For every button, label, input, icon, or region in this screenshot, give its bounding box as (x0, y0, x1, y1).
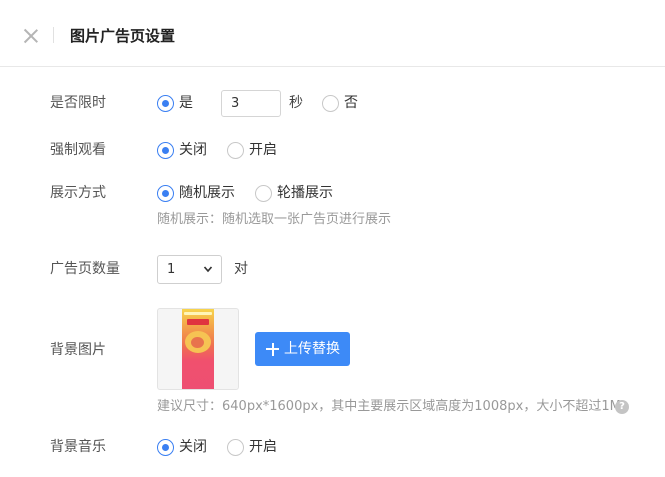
music-off-label: 关闭 (179, 439, 207, 455)
force-view-off-label: 关闭 (179, 142, 207, 158)
time-limit-yes-radio[interactable]: 是 (157, 93, 193, 113)
display-random-radio[interactable]: 随机展示 (157, 183, 235, 203)
background-music-label: 背景音乐 (50, 439, 106, 455)
display-mode-label: 展示方式 (50, 185, 106, 201)
display-carousel-label: 轮播展示 (277, 185, 333, 201)
force-view-off-radio[interactable]: 关闭 (157, 140, 207, 160)
radio-checked-icon (157, 184, 174, 202)
seconds-input[interactable] (221, 90, 281, 117)
ad-count-value: 1 (167, 262, 176, 277)
poster-image (182, 309, 214, 389)
time-limit-label: 是否限时 (50, 95, 106, 111)
background-image-hint: 建议尺寸：640px*1600px，其中主要展示区域高度为1008px，大小不超… (157, 399, 621, 414)
background-image-thumbnail (157, 308, 239, 390)
time-limit-no-radio[interactable]: 否 (322, 93, 358, 113)
display-random-label: 随机展示 (179, 185, 235, 201)
radio-unchecked-icon (227, 141, 244, 159)
upload-replace-label: 上传替换 (284, 341, 340, 357)
radio-unchecked-icon (227, 438, 244, 456)
ad-count-label: 广告页数量 (50, 261, 120, 277)
upload-replace-button[interactable]: 上传替换 (255, 332, 350, 366)
time-limit-no-label: 否 (344, 95, 358, 111)
seconds-unit: 秒 (289, 95, 303, 111)
plus-icon (266, 342, 279, 356)
radio-checked-icon (157, 94, 174, 112)
dialog-header: 图片广告页设置 (0, 0, 665, 67)
close-icon[interactable] (22, 27, 40, 45)
radio-checked-icon (157, 438, 174, 456)
radio-checked-icon (157, 141, 174, 159)
radio-unchecked-icon (322, 94, 339, 112)
radio-unchecked-icon (255, 184, 272, 202)
music-on-label: 开启 (249, 439, 277, 455)
page-title: 图片广告页设置 (70, 27, 176, 45)
music-on-radio[interactable]: 开启 (227, 437, 277, 457)
question-circle-icon[interactable]: ? (615, 400, 629, 414)
force-view-on-label: 开启 (249, 142, 277, 158)
force-view-on-radio[interactable]: 开启 (227, 140, 277, 160)
music-off-radio[interactable]: 关闭 (157, 437, 207, 457)
time-limit-yes-label: 是 (179, 95, 193, 111)
ad-count-unit: 对 (234, 261, 248, 277)
header-divider (53, 27, 54, 43)
force-view-label: 强制观看 (50, 142, 106, 158)
chevron-down-icon (203, 266, 213, 273)
background-image-label: 背景图片 (50, 342, 106, 358)
ad-count-select[interactable]: 1 (157, 255, 222, 284)
display-mode-hint: 随机展示：随机选取一张广告页进行展示 (157, 212, 392, 227)
display-carousel-radio[interactable]: 轮播展示 (255, 183, 333, 203)
